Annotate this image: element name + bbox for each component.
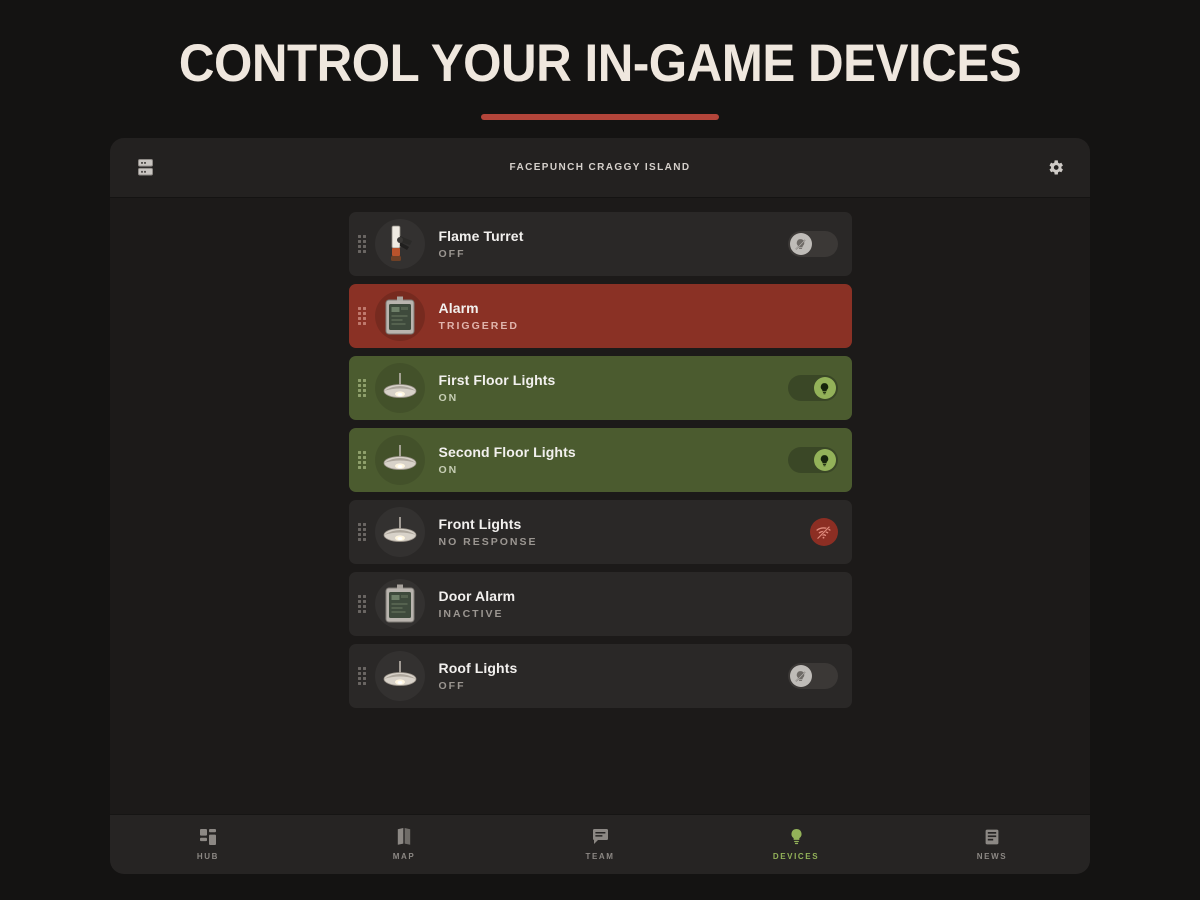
- drag-handle[interactable]: [355, 284, 369, 348]
- chat-bubble-icon: [592, 828, 609, 845]
- lightbulb-icon: [788, 828, 805, 845]
- ceiling-lamp-icon: [374, 507, 425, 557]
- nav-label: MAP: [392, 852, 416, 861]
- device-control: [787, 231, 838, 257]
- nav-label: NEWS: [976, 852, 1008, 861]
- nav-label: DEVICES: [772, 852, 820, 861]
- drag-handle[interactable]: [355, 212, 369, 276]
- device-power-toggle[interactable]: [787, 231, 838, 257]
- app-panel: FACEPUNCH CRAGGY ISLAND Flame Turret OFF: [110, 138, 1090, 874]
- bulb-on-icon: [813, 377, 836, 399]
- article-list-icon: [984, 828, 1001, 845]
- device-name: Door Alarm: [438, 588, 516, 604]
- drag-dots-icon: [357, 595, 366, 613]
- device-text: First Floor Lights ON: [439, 372, 556, 404]
- drag-dots-icon: [357, 451, 366, 469]
- drag-dots-icon: [357, 379, 366, 397]
- device-row[interactable]: Front Lights NO RESPONSE: [348, 500, 852, 564]
- device-status: NO RESPONSE: [438, 536, 538, 548]
- device-status: ON: [438, 464, 459, 476]
- ceiling-lamp-icon: [374, 651, 425, 701]
- device-list: Flame Turret OFF Alarm TRIGGERED First F…: [110, 198, 1090, 814]
- device-power-toggle[interactable]: [787, 663, 838, 689]
- flame-turret-icon: [374, 219, 425, 269]
- nav-item-team[interactable]: TEAM: [502, 815, 698, 875]
- drag-dots-icon: [357, 307, 366, 325]
- alarm-box-icon: [374, 579, 425, 629]
- device-name: Second Floor Lights: [438, 444, 576, 460]
- bulb-on-icon: [813, 449, 836, 471]
- drag-dots-icon: [357, 235, 366, 253]
- gear-icon[interactable]: [1042, 155, 1068, 181]
- drag-handle[interactable]: [355, 572, 369, 636]
- app-header: FACEPUNCH CRAGGY ISLAND: [110, 138, 1090, 198]
- server-stack-icon[interactable]: [132, 155, 158, 181]
- device-text: Flame Turret OFF: [439, 228, 524, 260]
- nav-item-news[interactable]: NEWS: [894, 815, 1090, 875]
- device-status: INACTIVE: [438, 608, 504, 620]
- nav-label: TEAM: [585, 852, 615, 861]
- device-name: Front Lights: [438, 516, 522, 532]
- device-control: [787, 663, 838, 689]
- nav-label: HUB: [196, 852, 220, 861]
- device-name: Roof Lights: [438, 660, 518, 676]
- device-name: First Floor Lights: [438, 372, 556, 388]
- device-status: OFF: [438, 680, 466, 692]
- nav-item-devices[interactable]: DEVICES: [698, 815, 894, 875]
- alarm-box-icon: [374, 291, 425, 341]
- device-power-toggle[interactable]: [787, 447, 838, 473]
- drag-handle[interactable]: [355, 644, 369, 708]
- device-row[interactable]: Door Alarm INACTIVE: [348, 572, 852, 636]
- device-text: Roof Lights OFF: [439, 660, 518, 692]
- folded-map-icon: [396, 828, 413, 845]
- page-heading-section: Control Your In-Game Devices: [0, 0, 1200, 120]
- device-text: Door Alarm INACTIVE: [439, 588, 516, 620]
- device-row[interactable]: Roof Lights OFF: [348, 644, 852, 708]
- grid-dashboard-icon: [200, 828, 217, 845]
- device-row[interactable]: First Floor Lights ON: [348, 356, 852, 420]
- bulb-off-icon: [789, 233, 812, 255]
- ceiling-lamp-icon: [374, 435, 425, 485]
- device-status: TRIGGERED: [438, 320, 519, 332]
- device-status: OFF: [438, 248, 466, 260]
- page-root: Control Your In-Game Devices FACEPUNCH C…: [0, 0, 1200, 900]
- device-control: [787, 447, 838, 473]
- device-row[interactable]: Second Floor Lights ON: [348, 428, 852, 492]
- device-control: [809, 518, 838, 546]
- nav-item-hub[interactable]: HUB: [110, 815, 306, 875]
- device-text: Front Lights NO RESPONSE: [439, 516, 538, 548]
- device-status: ON: [438, 392, 459, 404]
- nav-item-map[interactable]: MAP: [306, 815, 502, 875]
- bottom-navigation: HUB MAP TEAM DEVICES NEWS: [110, 814, 1090, 874]
- device-text: Alarm TRIGGERED: [439, 300, 519, 332]
- device-control: [787, 375, 838, 401]
- device-row[interactable]: Alarm TRIGGERED: [348, 284, 852, 348]
- drag-handle[interactable]: [355, 356, 369, 420]
- drag-dots-icon: [357, 667, 366, 685]
- drag-dots-icon: [357, 523, 366, 541]
- server-name-title: FACEPUNCH CRAGGY ISLAND: [509, 162, 691, 173]
- drag-handle[interactable]: [355, 428, 369, 492]
- wifi-off-icon[interactable]: [809, 518, 838, 546]
- heading-underline-rule: [481, 113, 719, 120]
- device-text: Second Floor Lights ON: [439, 444, 576, 476]
- page-title: Control Your In-Game Devices: [178, 34, 1022, 93]
- drag-handle[interactable]: [355, 500, 369, 564]
- device-name: Flame Turret: [438, 228, 524, 244]
- ceiling-lamp-icon: [374, 363, 425, 413]
- device-row[interactable]: Flame Turret OFF: [348, 212, 852, 276]
- device-name: Alarm: [438, 300, 479, 316]
- device-power-toggle[interactable]: [787, 375, 838, 401]
- bulb-off-icon: [789, 665, 812, 687]
